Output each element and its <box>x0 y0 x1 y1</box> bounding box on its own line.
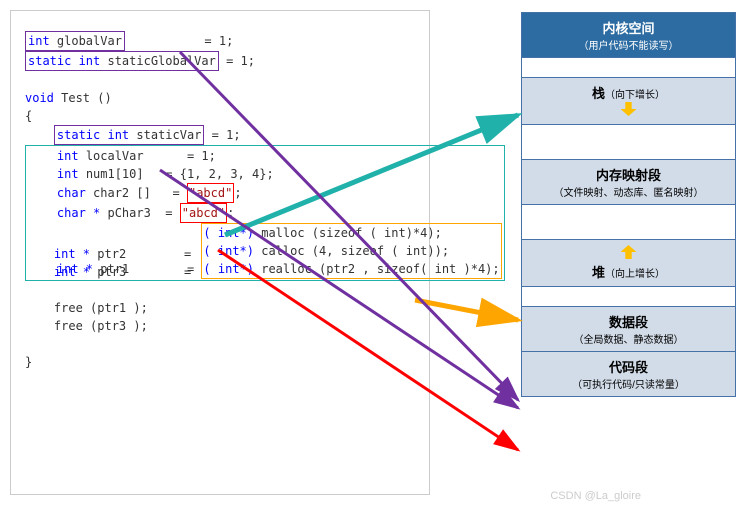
code-panel: int globalVar = 1; static int staticGlob… <box>10 10 430 495</box>
code-cell: 代码段 （可执行代码/只读常量） <box>522 352 735 396</box>
gap-cell <box>522 58 735 78</box>
code-line: void Test () <box>25 89 415 107</box>
heap-cell: 堆（向上增长） <box>522 240 735 287</box>
code-line: char * pChar3 = "abcd"; <box>28 203 502 223</box>
abcd-box-2: "abcd" <box>180 203 227 223</box>
gap-cell <box>522 287 735 307</box>
code-line: int globalVar = 1; <box>25 31 415 51</box>
kernel-cell: 内核空间 （用户代码不能读写） <box>522 13 735 58</box>
mmap-cell: 内存映射段 （文件映射、动态库、匿名映射） <box>522 160 735 205</box>
code-line: int num1[10] = {1, 2, 3, 4}; <box>28 165 502 183</box>
gap-cell <box>522 205 735 240</box>
heap-alloc-box: ( int*) malloc (sizeof ( int)*4);( int*)… <box>201 223 501 279</box>
code-line: free (ptr3 ); <box>25 317 415 335</box>
gap-cell <box>522 125 735 160</box>
watermark: CSDN @La_gloire <box>550 490 641 502</box>
staticglobalvar-box: static int staticGlobalVar <box>25 51 219 71</box>
code-line: int localVar = 1; <box>28 147 502 165</box>
stack-cell: 栈（向下增长） <box>522 78 735 125</box>
staticvar-box: static int staticVar <box>54 125 205 145</box>
code-line: static int staticVar = 1; <box>25 125 415 145</box>
code-line: free (ptr1 ); <box>25 299 415 317</box>
arrow-heap <box>415 300 518 320</box>
arrow-down-icon <box>621 102 637 116</box>
arrow-up-icon <box>621 245 637 259</box>
memory-layout-panel: 内核空间 （用户代码不能读写） 栈（向下增长） 内存映射段 （文件映射、动态库、… <box>521 12 736 397</box>
abcd-box-1: "abcd" <box>187 183 234 203</box>
globalvar-box: int globalVar <box>25 31 125 51</box>
data-cell: 数据段 （全局数据、静态数据） <box>522 307 735 352</box>
code-line: char char2 [] = "abcd"; <box>28 183 502 203</box>
code-line: static int staticGlobalVar = 1; <box>25 51 415 71</box>
